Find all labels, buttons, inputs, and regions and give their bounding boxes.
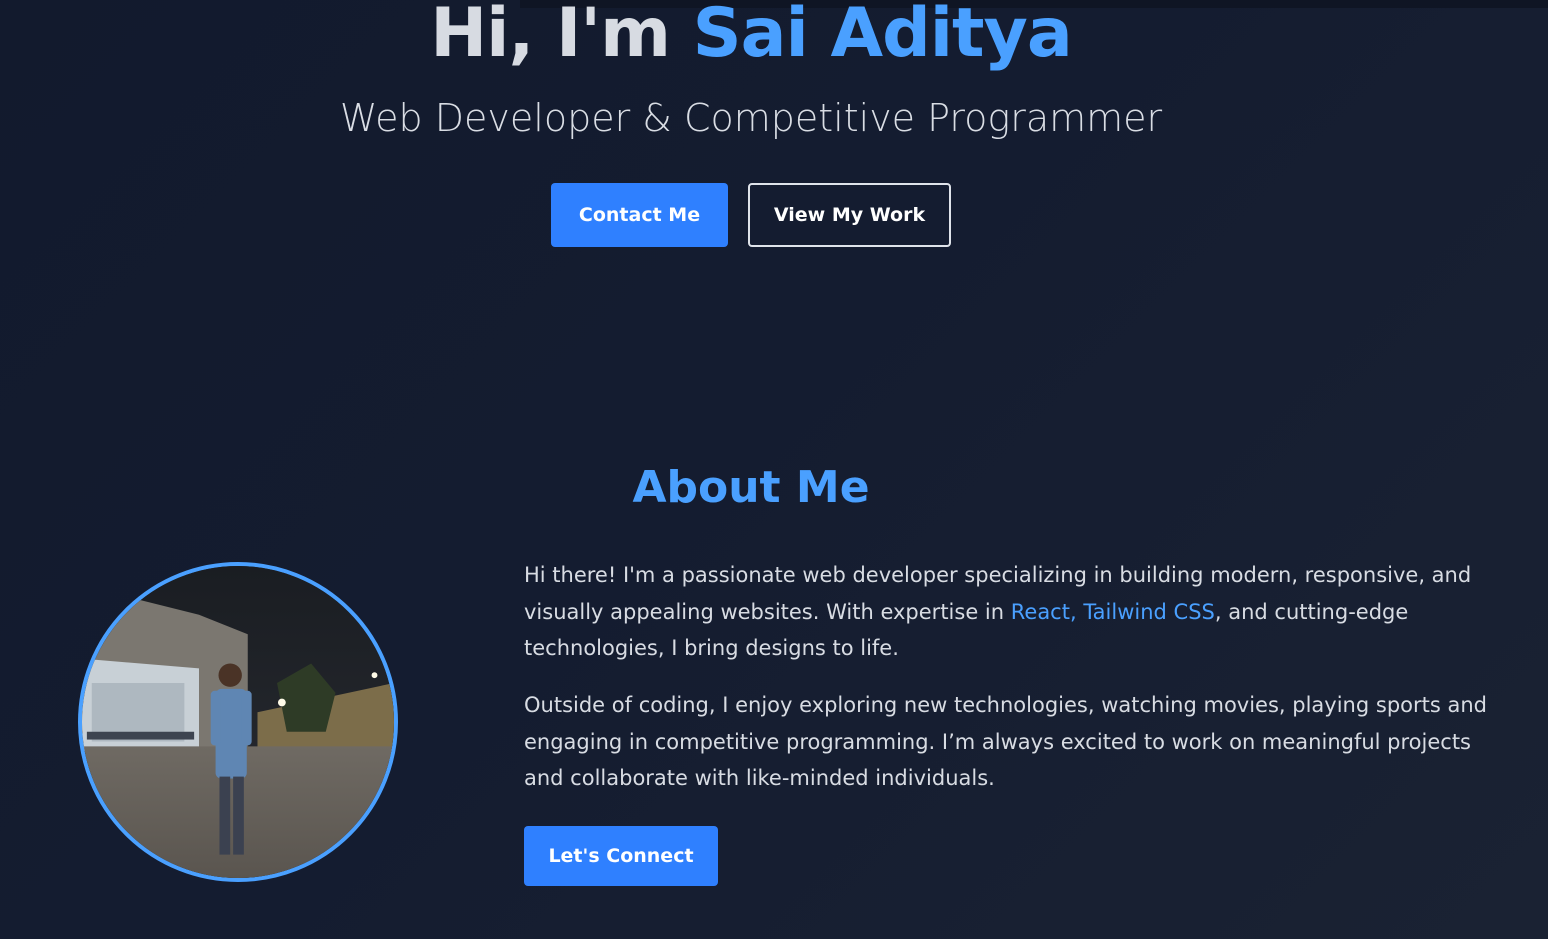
hero-title: Hi, I'm Sai Aditya	[0, 0, 1502, 73]
about-paragraph-2: Outside of coding, I enjoy exploring new…	[524, 693, 1487, 790]
about-paragraph-1: Hi there! I'm a passionate web developer…	[524, 557, 1504, 667]
hero-name: Sai Aditya	[692, 0, 1073, 73]
tech-highlight: React, Tailwind CSS	[1010, 599, 1215, 624]
lets-connect-button[interactable]: Let's Connect	[524, 826, 718, 886]
profile-photo	[78, 562, 398, 882]
hero-greeting: Hi, I'm	[430, 0, 693, 73]
view-my-work-button[interactable]: View My Work	[748, 183, 951, 247]
portfolio-page: Hi, I'm Sai Aditya Web Developer & Compe…	[0, 0, 1548, 939]
about-title: About Me	[632, 462, 870, 513]
contact-me-button[interactable]: Contact Me	[551, 183, 728, 247]
hero-subtitle: Web Developer & Competitive Programmer	[339, 96, 1163, 140]
